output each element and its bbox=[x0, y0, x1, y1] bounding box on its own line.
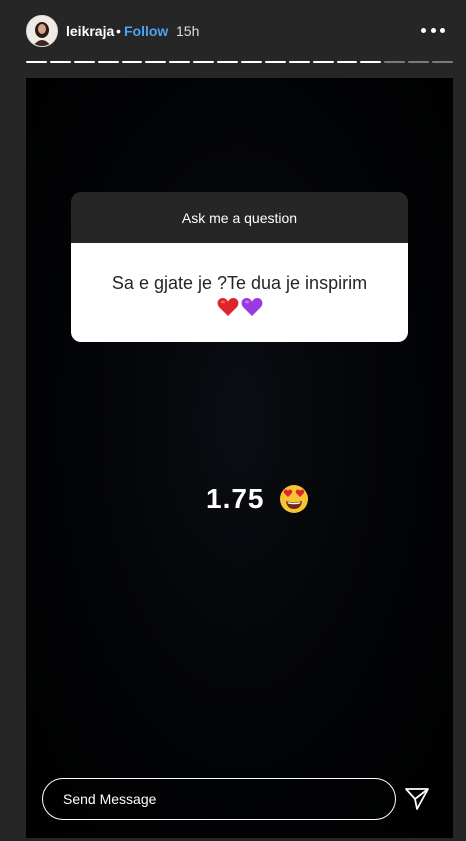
more-dot bbox=[421, 27, 426, 33]
send-message-placeholder: Send Message bbox=[63, 791, 157, 807]
more-dot bbox=[430, 27, 436, 33]
avatar-image bbox=[27, 16, 57, 46]
progress-segment bbox=[264, 61, 286, 63]
progress-segment bbox=[241, 61, 262, 63]
progress-segment bbox=[384, 61, 406, 63]
question-sticker-body: Sa e gjate je ?Te dua je inspirim bbox=[71, 243, 408, 342]
more-dot bbox=[440, 27, 445, 33]
progress-segment bbox=[26, 61, 47, 63]
progress-segment bbox=[121, 61, 143, 63]
paper-plane-icon[interactable] bbox=[403, 785, 431, 813]
username[interactable]: leikraja bbox=[66, 23, 114, 39]
purple-heart-icon bbox=[241, 297, 262, 316]
question-sticker-title: Ask me a question bbox=[71, 192, 408, 243]
progress-segment bbox=[169, 61, 191, 63]
progress-segment bbox=[73, 61, 95, 63]
question-text: Sa e gjate je ?Te dua je inspirim bbox=[111, 272, 368, 293]
progress-segment bbox=[360, 61, 382, 63]
heart-eyes-emoji-icon bbox=[279, 485, 308, 513]
answer-text-overlay: 1.75 bbox=[206, 482, 309, 516]
timestamp: 15h bbox=[176, 23, 200, 39]
send-message-input[interactable]: Send Message bbox=[42, 778, 396, 820]
red-heart-icon bbox=[217, 297, 238, 316]
progress-segment bbox=[312, 61, 334, 63]
more-options-icon[interactable] bbox=[421, 22, 445, 38]
progress-segment bbox=[432, 61, 454, 63]
progress-segment bbox=[97, 61, 119, 63]
progress-segment bbox=[49, 61, 71, 63]
progress-segment bbox=[288, 61, 310, 63]
question-emoji bbox=[217, 297, 263, 317]
story-progress-bar bbox=[26, 61, 454, 64]
follow-button[interactable]: Follow bbox=[124, 23, 168, 39]
question-sticker: Ask me a question Sa e gjate je ?Te dua … bbox=[71, 192, 408, 342]
progress-segment bbox=[193, 61, 215, 63]
separator-dot: • bbox=[116, 23, 121, 39]
avatar[interactable] bbox=[26, 15, 58, 47]
progress-segment bbox=[408, 61, 430, 63]
story-header: leikraja • Follow 15h bbox=[0, 0, 466, 62]
progress-segment bbox=[145, 61, 167, 63]
progress-segment bbox=[217, 61, 239, 63]
progress-segment bbox=[336, 61, 358, 63]
answer-text: 1.75 bbox=[206, 483, 265, 514]
